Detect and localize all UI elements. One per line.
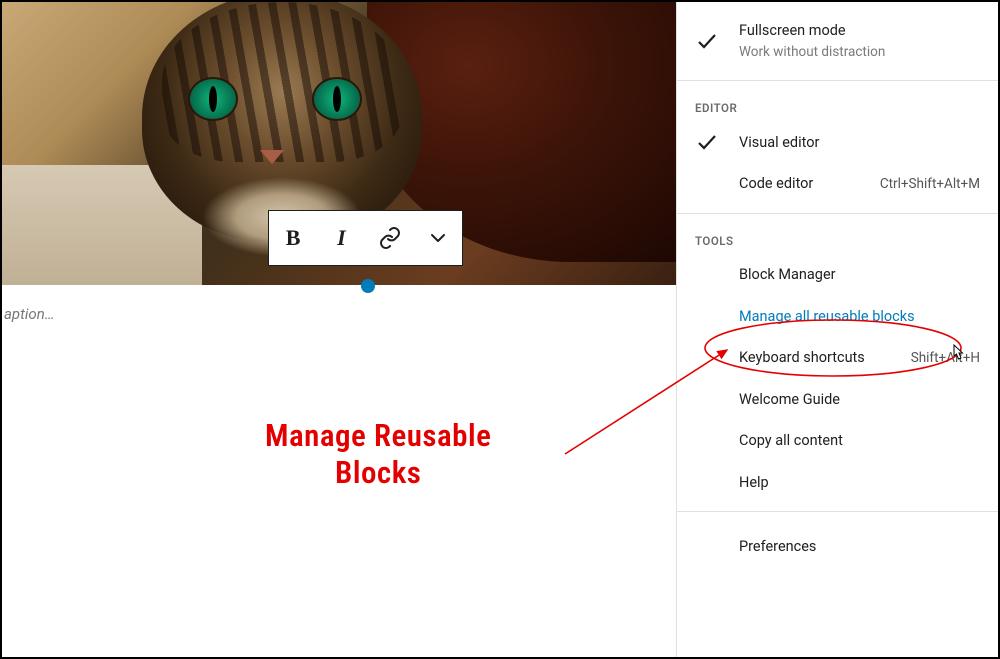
menu-label: Keyboard shortcuts (739, 348, 901, 368)
menu-label: Block Manager (739, 265, 980, 285)
menu-item-preferences[interactable]: Preferences (677, 526, 998, 568)
bold-button[interactable]: B (269, 211, 317, 265)
section-heading-editor: EDITOR (677, 89, 998, 121)
keyboard-shortcut: Shift+Alt+H (901, 350, 980, 366)
menu-label: Manage all reusable blocks (739, 307, 980, 327)
menu-item-code-editor[interactable]: Code editor Ctrl+Shift+Alt+M (677, 163, 998, 205)
menu-item-manage-reusable-blocks[interactable]: Manage all reusable blocks (677, 296, 998, 338)
more-options-button[interactable] (414, 211, 462, 265)
image-resize-handle[interactable] (361, 279, 375, 293)
menu-item-welcome-guide[interactable]: Welcome Guide (677, 379, 998, 421)
editor-canvas: B I aption… Manage Reusable Blocks (2, 2, 677, 657)
italic-button[interactable]: I (317, 211, 365, 265)
check-icon (695, 31, 719, 51)
link-button[interactable] (366, 211, 414, 265)
editor-section: EDITOR Visual editor Code editor Ctrl+Sh… (677, 81, 998, 214)
menu-label: Copy all content (739, 431, 980, 451)
block-format-toolbar: B I (268, 210, 463, 266)
menu-description: Work without distraction (739, 43, 980, 62)
menu-item-help[interactable]: Help (677, 462, 998, 504)
image-caption-input[interactable]: aption… (4, 305, 55, 323)
preferences-section: Preferences (677, 511, 998, 582)
menu-item-fullscreen-mode[interactable]: Fullscreen mode Work without distraction (677, 10, 998, 72)
view-section: Fullscreen mode Work without distraction (677, 2, 998, 81)
menu-item-visual-editor[interactable]: Visual editor (677, 121, 998, 163)
image-subject-detail (188, 77, 238, 121)
image-subject-detail (260, 150, 284, 164)
menu-label: Preferences (739, 537, 980, 557)
more-options-menu: Fullscreen mode Work without distraction… (676, 2, 998, 657)
check-icon (695, 132, 719, 152)
menu-label: Welcome Guide (739, 390, 980, 410)
menu-item-block-manager[interactable]: Block Manager (677, 254, 998, 296)
cursor-pointer-icon (950, 343, 968, 365)
image-subject-detail (312, 77, 362, 121)
keyboard-shortcut: Ctrl+Shift+Alt+M (870, 176, 980, 192)
menu-label: Code editor (739, 174, 870, 194)
menu-item-copy-all-content[interactable]: Copy all content (677, 420, 998, 462)
link-icon (378, 226, 402, 250)
menu-label: Fullscreen mode (739, 21, 980, 41)
menu-label: Help (739, 473, 980, 493)
annotation-label: Manage Reusable Blocks (265, 417, 491, 491)
menu-label: Visual editor (739, 133, 980, 153)
section-heading-tools: TOOLS (677, 222, 998, 254)
chevron-down-icon (426, 226, 450, 250)
